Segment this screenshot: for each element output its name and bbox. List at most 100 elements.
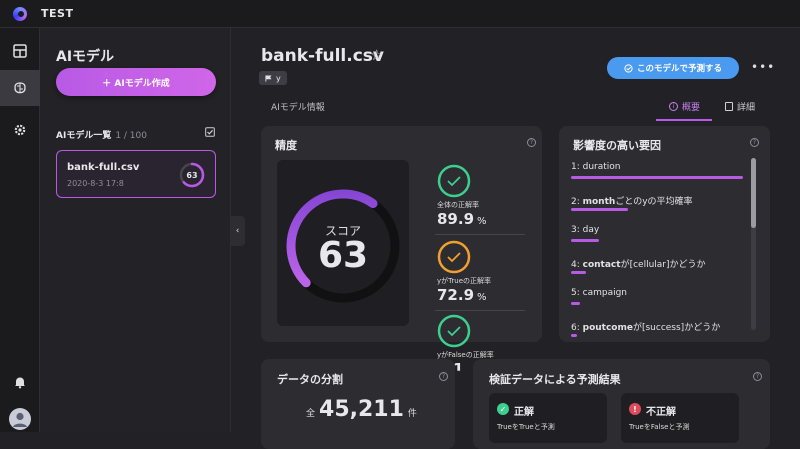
total-suffix: 件	[407, 409, 417, 419]
file-title: bank-full.csv	[261, 46, 384, 66]
factor-text: ごとのyの平均確率	[615, 196, 693, 207]
factor-label: 6: poutcomeが[success]かどうか	[571, 320, 720, 333]
active-tab-indicator	[656, 119, 712, 121]
factor-text: 4:	[571, 259, 583, 270]
predict-button[interactable]: このモデルで予測する	[607, 57, 739, 79]
model-list-header: AIモデル一覧 1 / 100	[56, 128, 147, 141]
dashboard-nav[interactable]	[0, 33, 40, 69]
factor-text: poutcome	[582, 322, 633, 333]
predict-button-label: このモデルで予測する	[636, 64, 722, 74]
help-icon[interactable]: ?	[527, 138, 536, 147]
panel-title: AIモデル	[56, 49, 115, 65]
incorrect-box: ! 不正解 TrueをFalseと予測	[621, 393, 739, 443]
flag-icon	[265, 74, 272, 82]
metric-unit: %	[477, 216, 487, 227]
incorrect-title: 不正解	[646, 407, 676, 418]
factor-text: month	[582, 196, 616, 207]
factor-bar	[571, 302, 580, 305]
factor-text: が[cellular]かどうか	[620, 259, 706, 270]
metric-value: 72.9%	[437, 286, 487, 304]
tab-detail[interactable]: 詳細	[725, 100, 755, 113]
star-icon[interactable]: ☆	[370, 46, 383, 64]
split-title: データの分割	[277, 373, 343, 386]
factor-bar	[571, 207, 628, 211]
document-icon	[725, 102, 733, 111]
correct-title: 正解	[514, 407, 534, 418]
divider	[435, 310, 525, 311]
factor-bar	[571, 176, 743, 179]
factor-text: 1: duration	[571, 162, 621, 172]
list-count: 1 / 100	[115, 131, 147, 141]
false-accuracy-ring	[437, 314, 471, 348]
accuracy-card: 精度 ? スコア 63 全体の正解率 89.9% yがTrueの正解率 72.9…	[261, 126, 542, 348]
top-bar: TEST	[0, 0, 800, 28]
help-icon[interactable]: ?	[753, 372, 762, 381]
settings-nav[interactable]	[0, 112, 40, 148]
chevron-left-icon: ‹	[235, 226, 240, 236]
metric-value: 89.9%	[437, 210, 487, 228]
main-content: bank-full.csv ☆ y このモデルで予測する ••• AIモデル情報…	[245, 28, 800, 449]
tab-overview-label: 概要	[682, 103, 701, 113]
factor-text: 6:	[571, 322, 583, 333]
score-value: 63	[317, 235, 369, 276]
tab-overview[interactable]: i 概要	[669, 100, 700, 113]
factor-bar	[571, 270, 587, 274]
metric-number: 72.9	[437, 286, 475, 304]
model-list-panel: AIモデル ＋ AIモデル作成 AIモデル一覧 1 / 100 bank-full…	[41, 28, 231, 432]
metric-label: yがTrueの正解率	[437, 277, 492, 285]
scroll-thumb[interactable]	[751, 158, 756, 228]
bell-icon	[15, 377, 25, 389]
app-title: TEST	[41, 7, 74, 20]
model-name: bank-full.csv	[67, 162, 140, 173]
tag-label: y	[276, 73, 281, 83]
help-icon[interactable]: ?	[439, 372, 448, 381]
check-icon	[447, 252, 461, 263]
accuracy-title: 精度	[275, 139, 297, 152]
help-icon[interactable]: ?	[750, 138, 759, 147]
grid-icon	[13, 44, 27, 58]
model-score: 63	[186, 170, 198, 180]
brain-icon	[14, 82, 26, 94]
factor-label: 3: day	[571, 225, 599, 235]
more-options-icon[interactable]: •••	[751, 60, 775, 74]
factor-label: 5: campaign	[571, 288, 627, 298]
factor-text: 2:	[571, 196, 583, 207]
overall-accuracy-ring	[437, 164, 471, 198]
notifications-button[interactable]	[0, 364, 40, 400]
factors-title: 影響度の高い要因	[573, 139, 661, 152]
correct-sub: TrueをTrueと予測	[497, 423, 555, 431]
create-model-button[interactable]: ＋ AIモデル作成	[56, 68, 216, 96]
check-icon	[447, 176, 461, 187]
data-split-card: データの分割 ? 全 45,211 件	[261, 359, 455, 449]
app-logo	[13, 6, 27, 21]
alert-circle-icon: !	[629, 403, 641, 415]
metric-number: 89.9	[437, 210, 475, 228]
ai-model-nav[interactable]	[0, 70, 40, 106]
incorrect-sub: TrueをFalseと予測	[629, 423, 690, 431]
prediction-results-card: 検証データによる予測結果 ? ✓ 正解 TrueをTrueと予測 ! 不正解 T…	[473, 359, 770, 449]
factor-label: 2: monthごとのyの平均確率	[571, 194, 693, 207]
factor-text: 5: campaign	[571, 288, 627, 298]
factor-label: 4: contactが[cellular]かどうか	[571, 257, 706, 270]
model-date: 2020-8-3 17:8	[67, 179, 124, 188]
factor-bar	[571, 333, 577, 337]
score-panel: スコア 63	[277, 160, 409, 326]
list-title: AIモデル一覧	[56, 131, 112, 141]
collapse-panel-button[interactable]: ‹	[230, 216, 245, 246]
factors-card: 影響度の高い要因 ? 1: duration 2: monthごとのyの平均確率 3…	[559, 126, 770, 342]
select-checkbox-icon[interactable]	[205, 127, 215, 137]
factor-scrollbar[interactable]	[751, 158, 756, 330]
total-prefix: 全	[306, 409, 316, 419]
factor-text: contact	[582, 259, 621, 270]
factor-label: 1: duration	[571, 162, 621, 172]
factor-text: が[success]かどうか	[632, 322, 721, 333]
info-circle-icon: i	[669, 102, 678, 111]
model-list-item[interactable]: bank-full.csv 2020-8-3 17:8 63	[56, 150, 216, 198]
model-info-label: AIモデル情報	[271, 103, 325, 113]
factor-bar	[571, 239, 599, 242]
tab-detail-label: 詳細	[737, 103, 756, 113]
metric-unit: %	[477, 292, 487, 303]
target-tag: y	[259, 71, 287, 85]
results-title: 検証データによる予測結果	[489, 373, 621, 386]
divider	[435, 234, 525, 235]
